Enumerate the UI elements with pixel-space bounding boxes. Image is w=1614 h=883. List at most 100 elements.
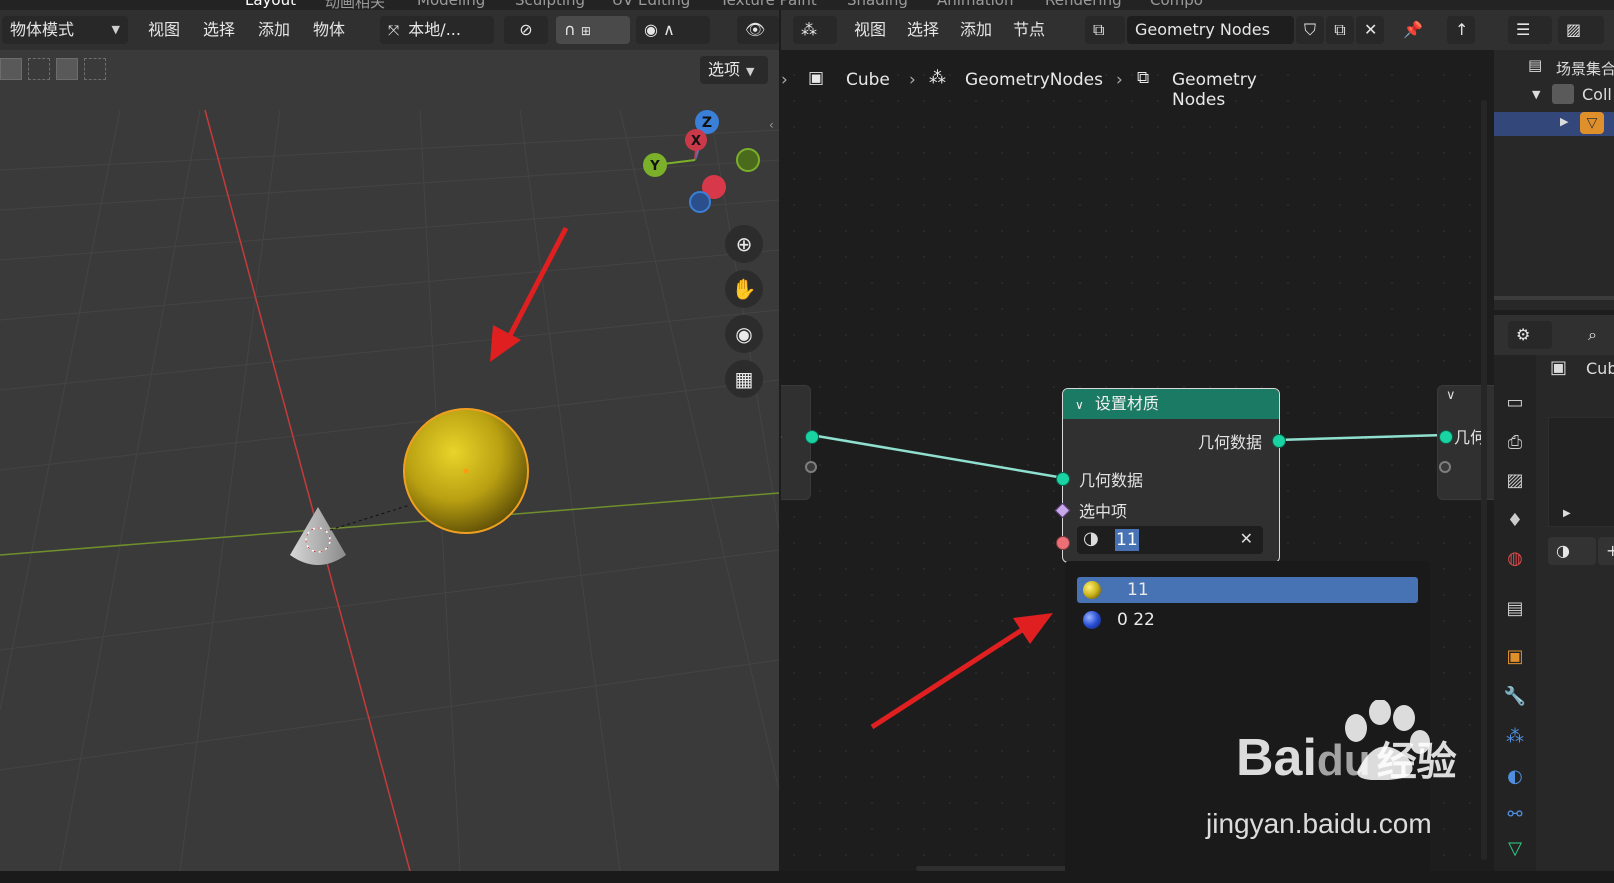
material-slot-list[interactable]: ▶ bbox=[1548, 417, 1614, 527]
gizmo-z-label: Z bbox=[702, 115, 712, 131]
viewport-header: 物体模式 ▼ 视图 选择 添加 物体 ⤧ 本地/... ⊘ ∩ ⊞ ◉ ∧ 👁 bbox=[0, 10, 779, 50]
navigation-gizmo[interactable]: Z X Y bbox=[640, 110, 770, 230]
clear-material-close-icon[interactable]: ✕ bbox=[1240, 529, 1253, 548]
group-input-empty-socket[interactable] bbox=[805, 461, 817, 473]
select-extend-icon[interactable] bbox=[28, 58, 50, 80]
chevron-down-icon: ∨ bbox=[1075, 398, 1084, 412]
expand-arrow-icon[interactable]: ▶ bbox=[1563, 508, 1571, 519]
collection-label[interactable]: Coll bbox=[1582, 85, 1612, 104]
outliner[interactable]: ☰ ▨ ▤ 场景集合 ▼ Coll ▶ ▽ bbox=[1494, 10, 1614, 310]
mesh-object-icon: ▽ bbox=[1580, 112, 1604, 134]
3d-viewport[interactable]: 物体模式 ▼ 视图 选择 添加 物体 ⤧ 本地/... ⊘ ∩ ⊞ ◉ ∧ 👁 选… bbox=[0, 10, 779, 871]
material-option-label: 11 bbox=[1127, 580, 1149, 600]
material-socket[interactable] bbox=[1056, 536, 1070, 550]
transform-orientation-dropdown[interactable]: ⤧ 本地/... bbox=[380, 16, 494, 44]
proportional-edit-toggle[interactable]: ◉ ∧ bbox=[636, 16, 710, 44]
material-field[interactable]: ◑ 11 ✕ bbox=[1077, 526, 1263, 554]
visibility-dropdown[interactable]: 👁 bbox=[737, 16, 779, 44]
material-sphere-icon bbox=[1083, 611, 1101, 629]
gizmo-neg-z[interactable] bbox=[689, 191, 711, 213]
snap-grid-icon: ⊞ bbox=[580, 24, 591, 38]
pivot-point-dropdown[interactable]: ⊘ bbox=[504, 16, 548, 44]
viewport-tool-settings: 选项 ▼ bbox=[0, 50, 779, 90]
outliner-scrollbar[interactable] bbox=[1494, 296, 1614, 300]
group-output-empty-socket[interactable] bbox=[1439, 461, 1451, 473]
select-intersect-icon[interactable] bbox=[84, 58, 106, 80]
annotation-arrow-viewport bbox=[490, 226, 569, 362]
material-option-22[interactable]: 0 22 bbox=[1077, 607, 1418, 633]
tab-rendering[interactable]: Rendering bbox=[1045, 0, 1122, 9]
zoom-icon[interactable]: ⊕ bbox=[725, 225, 763, 263]
outliner-row-selected[interactable]: ▶ ▽ bbox=[1494, 112, 1614, 136]
group-input-geometry-label: 据 bbox=[781, 424, 782, 448]
tab-texture-paint[interactable]: Texture Paint bbox=[720, 0, 817, 9]
gizmo-neg-y[interactable] bbox=[736, 148, 760, 172]
hand-pan-icon[interactable]: ✋ bbox=[725, 270, 763, 308]
magnet-icon: ∩ bbox=[564, 20, 576, 39]
transform-orientation-label: 本地/... bbox=[408, 20, 461, 39]
interaction-mode-label: 物体模式 bbox=[10, 20, 75, 39]
render-tab-icon[interactable]: ▭ bbox=[1503, 391, 1527, 415]
view-layer-tab-icon[interactable]: ▨ bbox=[1503, 469, 1527, 493]
set-material-node[interactable]: ∨ 设置材质 几何数据 几何数据 选中项 ◑ 11 ✕ bbox=[1062, 388, 1280, 563]
input-geometry-label: 几何数据 bbox=[1079, 471, 1144, 490]
proportional-icon: ◉ bbox=[644, 20, 658, 39]
eye-icon: 👁 bbox=[745, 20, 766, 39]
menu-object[interactable]: 物体 bbox=[313, 16, 345, 44]
input-geometry-socket[interactable] bbox=[1056, 472, 1070, 486]
chevron-down-icon: ∨ bbox=[1446, 388, 1456, 403]
status-bar bbox=[0, 871, 1614, 883]
properties-object-name: Cub bbox=[1586, 359, 1614, 378]
world-tab-icon[interactable]: ◍ bbox=[1503, 547, 1527, 571]
tab-shading[interactable]: Shading bbox=[847, 0, 908, 9]
grid-perspective-icon[interactable]: ▦ bbox=[725, 360, 763, 398]
sidebar-toggle-icon[interactable]: ‹ bbox=[769, 118, 774, 132]
expand-arrow-icon[interactable]: ▶ bbox=[1560, 115, 1568, 128]
select-subtract-icon[interactable] bbox=[56, 58, 78, 80]
select-new-icon[interactable] bbox=[0, 58, 22, 80]
menu-select[interactable]: 选择 bbox=[203, 16, 235, 44]
tab-modeling[interactable]: Modeling bbox=[417, 0, 485, 9]
watermark-bai: Bai bbox=[1236, 729, 1317, 787]
interaction-mode-dropdown[interactable]: 物体模式 ▼ bbox=[2, 16, 128, 44]
scene-tab-icon[interactable]: ♦ bbox=[1503, 509, 1527, 533]
material-browse-dropdown[interactable]: ◑ bbox=[1548, 537, 1596, 565]
material-option-11[interactable]: 11 bbox=[1077, 577, 1418, 603]
object-icon: ▣ bbox=[1550, 357, 1568, 378]
scene-collection-label[interactable]: 场景集合 bbox=[1556, 58, 1614, 79]
tab-sculpting[interactable]: Sculpting bbox=[515, 0, 585, 9]
tab-animation[interactable]: Animation bbox=[937, 0, 1013, 9]
tab-animation-related[interactable]: 动画相关 bbox=[325, 0, 385, 10]
selection-label: 选中项 bbox=[1079, 502, 1128, 521]
expand-arrow-icon[interactable]: ▼ bbox=[1532, 88, 1540, 101]
menu-view[interactable]: 视图 bbox=[148, 16, 180, 44]
group-input-node[interactable]: 据 bbox=[781, 385, 811, 500]
group-input-geometry-socket[interactable] bbox=[805, 430, 819, 444]
scene-collection-icon: ▤ bbox=[1528, 56, 1543, 74]
new-material-button[interactable]: + bbox=[1598, 537, 1614, 565]
outliner-display-mode-dropdown[interactable]: ☰ bbox=[1508, 16, 1552, 44]
output-geometry-socket[interactable] bbox=[1272, 434, 1286, 448]
group-output-geometry-socket[interactable] bbox=[1439, 430, 1453, 444]
camera-icon[interactable]: ◉ bbox=[725, 315, 763, 353]
pivot-icon: ⊘ bbox=[519, 20, 533, 39]
set-material-header[interactable]: ∨ 设置材质 bbox=[1063, 389, 1279, 419]
properties-header: ⚙ ⌕ bbox=[1494, 315, 1614, 355]
snap-toggle[interactable]: ∩ ⊞ bbox=[556, 16, 630, 44]
tab-compositing[interactable]: Compo bbox=[1150, 0, 1203, 9]
tab-uv-editing[interactable]: UV Editing bbox=[612, 0, 690, 9]
menu-add[interactable]: 添加 bbox=[258, 16, 290, 44]
material-name-input[interactable]: 11 bbox=[1115, 529, 1139, 551]
gizmo-x-label: X bbox=[691, 134, 701, 149]
properties-editor-type-dropdown[interactable]: ⚙ bbox=[1508, 321, 1552, 349]
object-tab-icon[interactable]: ▣ bbox=[1503, 645, 1527, 669]
output-tab-icon[interactable]: ⎙ bbox=[1503, 431, 1527, 455]
collection-tab-icon[interactable]: ▤ bbox=[1503, 597, 1527, 621]
search-icon[interactable]: ⌕ bbox=[1588, 321, 1612, 349]
falloff-icon: ∧ bbox=[663, 20, 675, 39]
tab-layout[interactable]: Layout bbox=[245, 0, 296, 9]
material-option-label: 0 22 bbox=[1117, 610, 1155, 630]
options-dropdown[interactable]: 选项 ▼ bbox=[700, 56, 768, 84]
outliner-filter-dropdown[interactable]: ▨ bbox=[1558, 16, 1604, 44]
material-sphere-icon bbox=[1083, 581, 1101, 599]
